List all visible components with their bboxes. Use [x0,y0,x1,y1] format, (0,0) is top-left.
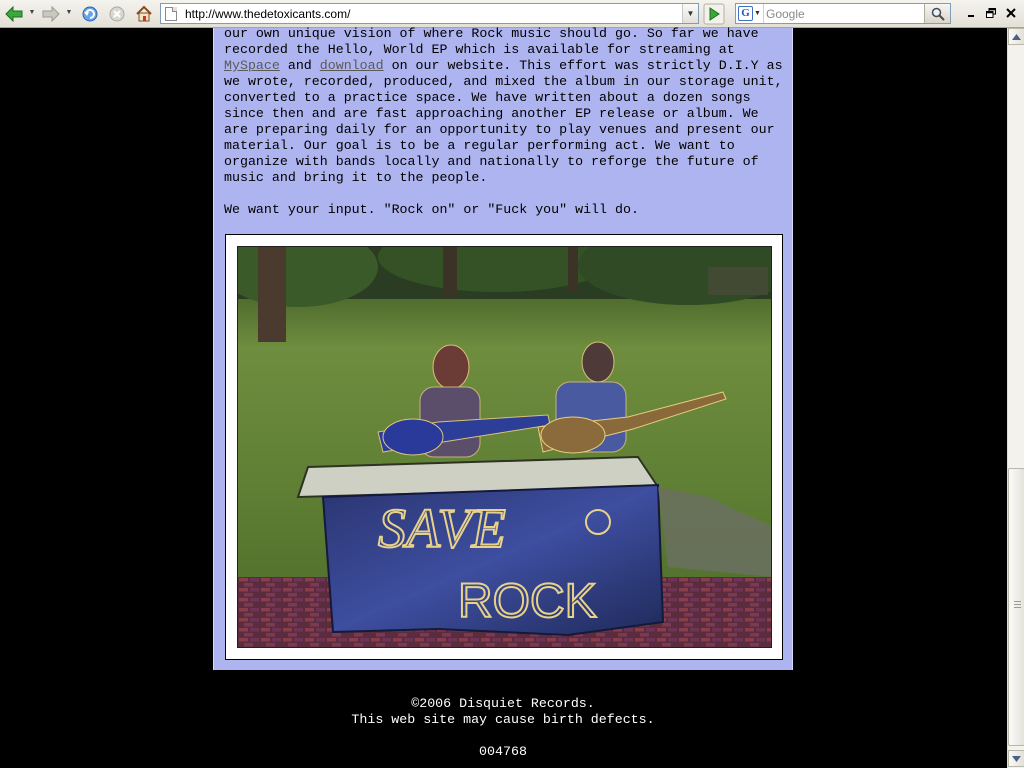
reload-button[interactable] [79,3,101,25]
back-button[interactable] [3,3,25,25]
close-button[interactable] [1003,5,1019,21]
home-icon [136,5,152,22]
page-footer: ©2006 Disquiet Records. This web site ma… [213,696,793,760]
input-request-text: We want your input. "Rock on" or "Fuck y… [224,202,639,217]
disclaimer-text: This web site may cause birth defects. [351,712,655,727]
back-icon [5,5,23,23]
scrollbar-thumb[interactable] [1008,468,1024,746]
paragraph-line: material. Our goal is to be a regular pe… [224,138,735,153]
paragraph-text: and [279,58,320,73]
forward-button[interactable] [40,3,62,25]
sign-save-text: SAVE [378,498,506,560]
chevron-up-icon [1012,33,1021,40]
google-icon: G [738,6,754,21]
reload-icon [82,6,98,22]
search-button[interactable] [924,4,950,23]
forward-icon [42,5,60,23]
about-paragraph: our own unique vision of where Rock musi… [224,26,790,186]
chevron-down-icon [1012,755,1021,762]
band-photo: SAVE ROCK [237,246,772,648]
restore-button[interactable] [983,5,999,21]
myspace-link[interactable]: MySpace [224,58,280,73]
scroll-down-button[interactable] [1008,750,1024,767]
minimize-button[interactable] [963,5,979,21]
stop-button[interactable] [106,3,128,25]
footer-spacer [213,728,793,744]
band-photo-image: SAVE ROCK [238,247,771,647]
copyright-text: ©2006 Disquiet Records. [411,696,595,711]
stop-icon [109,6,125,22]
back-history-dropdown[interactable]: ▼ [28,8,36,18]
paragraph-line: our own unique vision of where Rock musi… [224,26,759,41]
home-button[interactable] [133,3,155,25]
scrollbar-grip [1014,601,1021,602]
sign-rock-text: ROCK [458,575,597,628]
go-icon [703,3,725,25]
band-photo-frame: SAVE ROCK [225,234,783,660]
search-engine-selector[interactable]: G ▼ [736,4,764,23]
search-bar[interactable]: G ▼ [735,3,951,24]
paragraph-text: on our website. This effort was strictly… [383,58,783,73]
forward-history-dropdown[interactable]: ▼ [65,8,73,18]
paragraph-line: since then and are fast approaching anot… [224,106,759,121]
chevron-down-icon: ▼ [754,10,761,17]
paragraph-line: we wrote, recorded, produced, and mixed … [224,74,783,89]
minimize-icon [968,15,974,17]
page-icon [165,7,177,21]
paragraph-line: converted to a practice space. We have w… [224,90,751,105]
search-icon [931,7,945,21]
scrollbar-grip [1014,607,1021,608]
vertical-scrollbar[interactable] [1007,28,1024,768]
scrollbar-grip [1014,604,1021,605]
paragraph-line-with-links: MySpace and download on our website. Thi… [224,58,790,74]
address-bar[interactable]: http://www.thedetoxicants.com/ ▼ [160,3,699,24]
restore-icon [986,8,996,18]
download-link[interactable]: download [320,58,384,73]
paragraph-line: organize with bands locally and national… [224,154,759,169]
url-dropdown-button[interactable]: ▼ [682,4,698,23]
scroll-up-button[interactable] [1008,28,1024,45]
paragraph-line: are preparing daily for an opportunity t… [224,122,775,137]
close-icon [1006,8,1016,18]
content-panel: our own unique vision of where Rock musi… [213,26,793,670]
hit-counter: 004768 [479,744,527,759]
go-button[interactable] [703,3,725,25]
paragraph-line: music and bring it to the people. [224,170,488,185]
browser-toolbar: ▼ ▼ http://www.thedetoxicants.com/ ▼ G ▼… [0,0,1024,28]
url-text[interactable]: http://www.thedetoxicants.com/ [185,6,350,22]
search-input[interactable] [766,5,924,22]
paragraph-line: recorded the Hello, World EP which is av… [224,42,735,57]
